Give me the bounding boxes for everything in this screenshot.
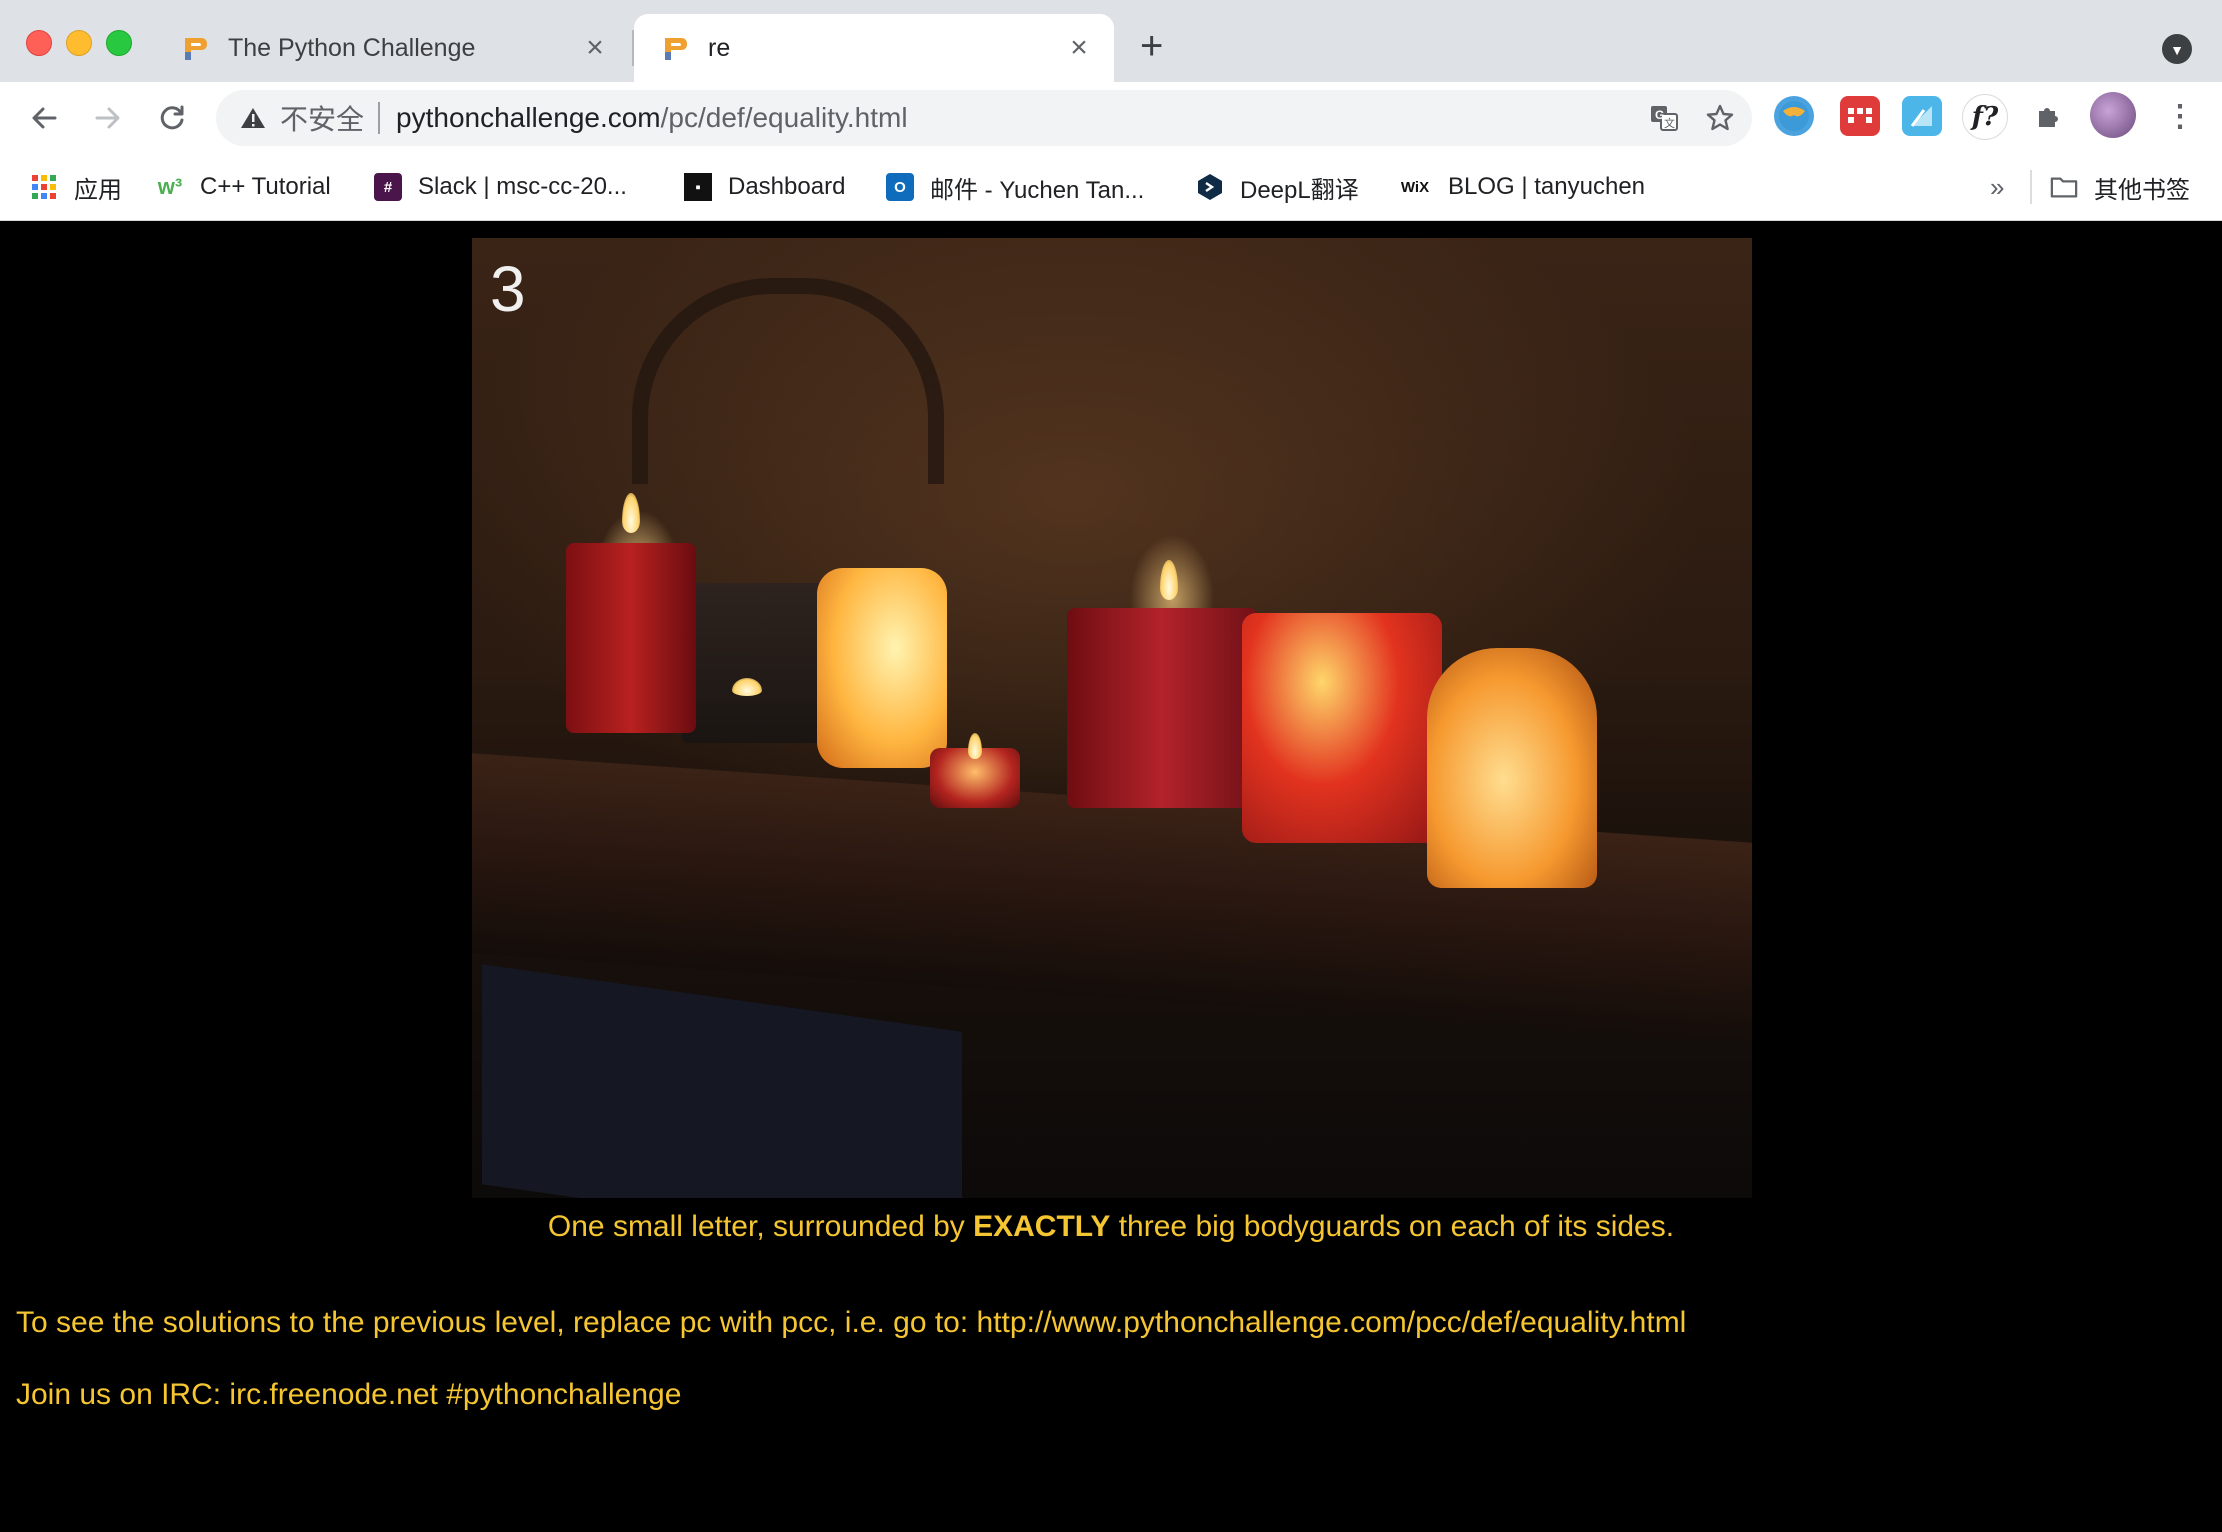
bookmarks-overflow-button[interactable]: » bbox=[1990, 154, 2004, 220]
reload-icon[interactable] bbox=[150, 96, 194, 140]
translate-icon[interactable]: G文 bbox=[1646, 100, 1682, 136]
tab-search-chevron-icon[interactable]: ▼ bbox=[2162, 34, 2192, 64]
svg-text:G: G bbox=[1655, 108, 1664, 122]
bookmark-label: 应用 bbox=[74, 176, 122, 204]
candles-photo: 3 bbox=[472, 238, 1752, 1198]
red-candle-left bbox=[566, 543, 696, 733]
extension-1-icon[interactable] bbox=[1774, 96, 1814, 136]
python-challenge-favicon-icon bbox=[180, 33, 210, 63]
tab-bar: The Python Challenge × re × + ▼ bbox=[0, 0, 2222, 82]
folder-icon bbox=[2050, 173, 2078, 201]
bookmark-deepl[interactable]: DeepL翻译 bbox=[1196, 154, 1359, 220]
svg-text:文: 文 bbox=[1664, 116, 1675, 130]
orange-candle bbox=[1427, 648, 1597, 888]
candle-holder bbox=[682, 583, 832, 743]
flame bbox=[732, 678, 762, 696]
slack-icon: # bbox=[374, 173, 402, 201]
deepl-icon bbox=[1196, 173, 1224, 201]
yellow-candle bbox=[817, 568, 947, 768]
url-host: pythonchallenge.com bbox=[396, 102, 661, 133]
page-content: 3 One small letter, surrounded by EXACTL… bbox=[0, 221, 2222, 1532]
w3schools-icon: w³ bbox=[157, 174, 183, 199]
wix-icon: WiX bbox=[1400, 178, 1430, 196]
solutions-text: To see the solutions to the previous lev… bbox=[16, 1306, 1687, 1339]
tab-close-icon[interactable]: × bbox=[1064, 31, 1094, 65]
tab-re[interactable]: re × bbox=[634, 14, 1114, 82]
bookmark-label: Slack | msc-cc-20... bbox=[418, 173, 627, 200]
other-bookmarks-folder[interactable]: 其他书签 bbox=[2050, 154, 2190, 220]
red-candle-center bbox=[1067, 608, 1257, 808]
minimize-window-button[interactable] bbox=[66, 30, 92, 56]
extension-2-icon[interactable] bbox=[1840, 96, 1880, 136]
address-divider bbox=[378, 102, 381, 134]
apps-grid-icon bbox=[30, 173, 58, 201]
puzzle-icon[interactable] bbox=[2028, 96, 2068, 136]
warning-triangle-icon[interactable] bbox=[238, 103, 268, 133]
tab-python-challenge[interactable]: The Python Challenge × bbox=[166, 14, 630, 82]
outlook-icon: O bbox=[886, 173, 914, 201]
python-challenge-favicon-icon bbox=[660, 33, 690, 63]
bookmarks-bar: 应用 w³ C++ Tutorial # Slack | msc-cc-20..… bbox=[0, 154, 2222, 221]
forward-arrow-icon[interactable] bbox=[86, 96, 130, 140]
url-path: /pc/def/equality.html bbox=[660, 102, 908, 133]
bookmark-label: Dashboard bbox=[728, 173, 846, 200]
tab-title: re bbox=[708, 33, 731, 62]
extension-3-icon[interactable] bbox=[1902, 96, 1942, 136]
bookmark-label: BLOG | tanyuchen bbox=[1448, 173, 1646, 200]
bookmarks-divider bbox=[2030, 170, 2032, 204]
formula-extension-icon[interactable]: f? bbox=[1962, 94, 2008, 140]
browser-toolbar: 不安全 pythonchallenge.com /pc/def/equality… bbox=[0, 82, 2222, 154]
close-window-button[interactable] bbox=[26, 30, 52, 56]
maximize-window-button[interactable] bbox=[106, 30, 132, 56]
not-secure-label[interactable]: 不安全 bbox=[280, 98, 364, 138]
bookmark-apps[interactable]: 应用 bbox=[30, 154, 122, 220]
profile-avatar[interactable] bbox=[2090, 92, 2136, 138]
new-tab-plus-icon[interactable]: + bbox=[1140, 24, 1163, 69]
puzzle-hint: One small letter, surrounded by EXACTLY … bbox=[0, 1199, 2222, 1255]
irc-text: Join us on IRC: irc.freenode.net #python… bbox=[16, 1378, 682, 1411]
menu-kebab-icon[interactable]: ⋮ bbox=[2160, 96, 2200, 136]
tab-title: The Python Challenge bbox=[228, 33, 476, 62]
other-bookmarks-label: 其他书签 bbox=[2094, 176, 2190, 204]
bookmark-blog[interactable]: WiX BLOG | tanyuchen bbox=[1398, 154, 1645, 220]
red-square-candle bbox=[1242, 613, 1442, 843]
bookmark-cpp-tutorial[interactable]: w³ C++ Tutorial bbox=[156, 154, 331, 220]
address-bar[interactable]: 不安全 pythonchallenge.com /pc/def/equality… bbox=[216, 90, 1752, 146]
back-arrow-icon[interactable] bbox=[22, 96, 66, 140]
hint-emphasis: EXACTLY bbox=[973, 1210, 1111, 1243]
bookmark-label: DeepL翻译 bbox=[1240, 176, 1359, 204]
bookmark-label: C++ Tutorial bbox=[200, 173, 331, 200]
photo-drawer bbox=[482, 964, 962, 1198]
dashboard-icon: ▪ bbox=[684, 173, 712, 201]
bookmark-label: 邮件 - Yuchen Tan... bbox=[930, 176, 1145, 204]
bookmark-star-icon[interactable] bbox=[1702, 100, 1738, 136]
bookmark-slack[interactable]: # Slack | msc-cc-20... bbox=[374, 154, 627, 220]
photo-number: 3 bbox=[490, 253, 526, 325]
bookmark-outlook[interactable]: O 邮件 - Yuchen Tan... bbox=[886, 154, 1144, 220]
hint-text-after: three big bodyguards on each of its side… bbox=[1110, 1210, 1675, 1243]
tab-close-icon[interactable]: × bbox=[580, 31, 610, 65]
bookmark-dashboard[interactable]: ▪ Dashboard bbox=[684, 154, 845, 220]
hint-text-before: One small letter, surrounded by bbox=[547, 1210, 974, 1243]
